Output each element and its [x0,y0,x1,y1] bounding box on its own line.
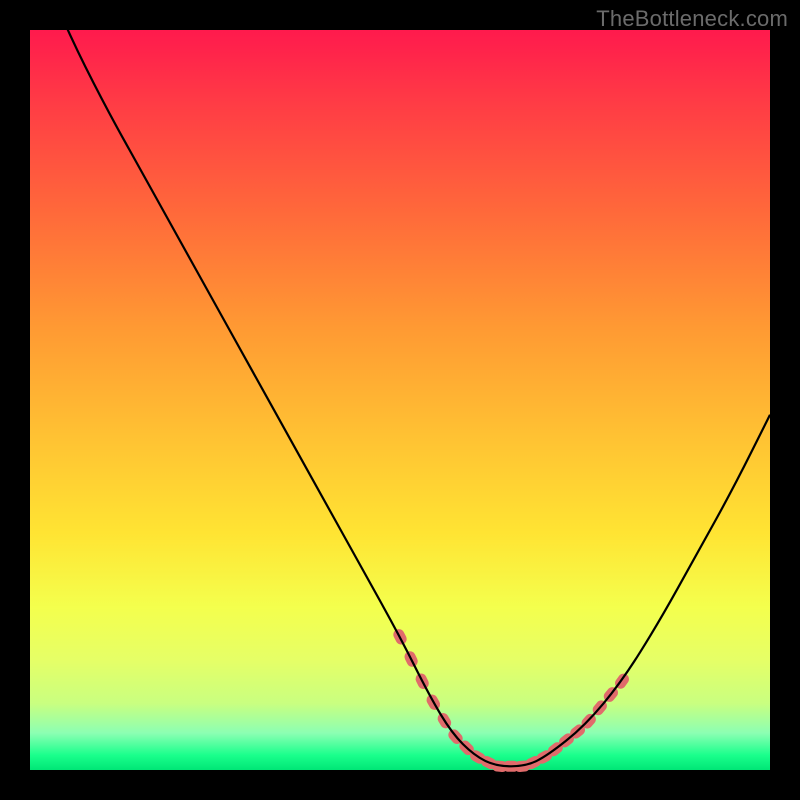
plot-area [30,30,770,770]
highlight-dash-group [391,627,631,772]
bottleneck-curve [30,0,770,766]
chart-frame: TheBottleneck.com [0,0,800,800]
curve-svg [30,30,770,770]
watermark-text: TheBottleneck.com [596,6,788,32]
